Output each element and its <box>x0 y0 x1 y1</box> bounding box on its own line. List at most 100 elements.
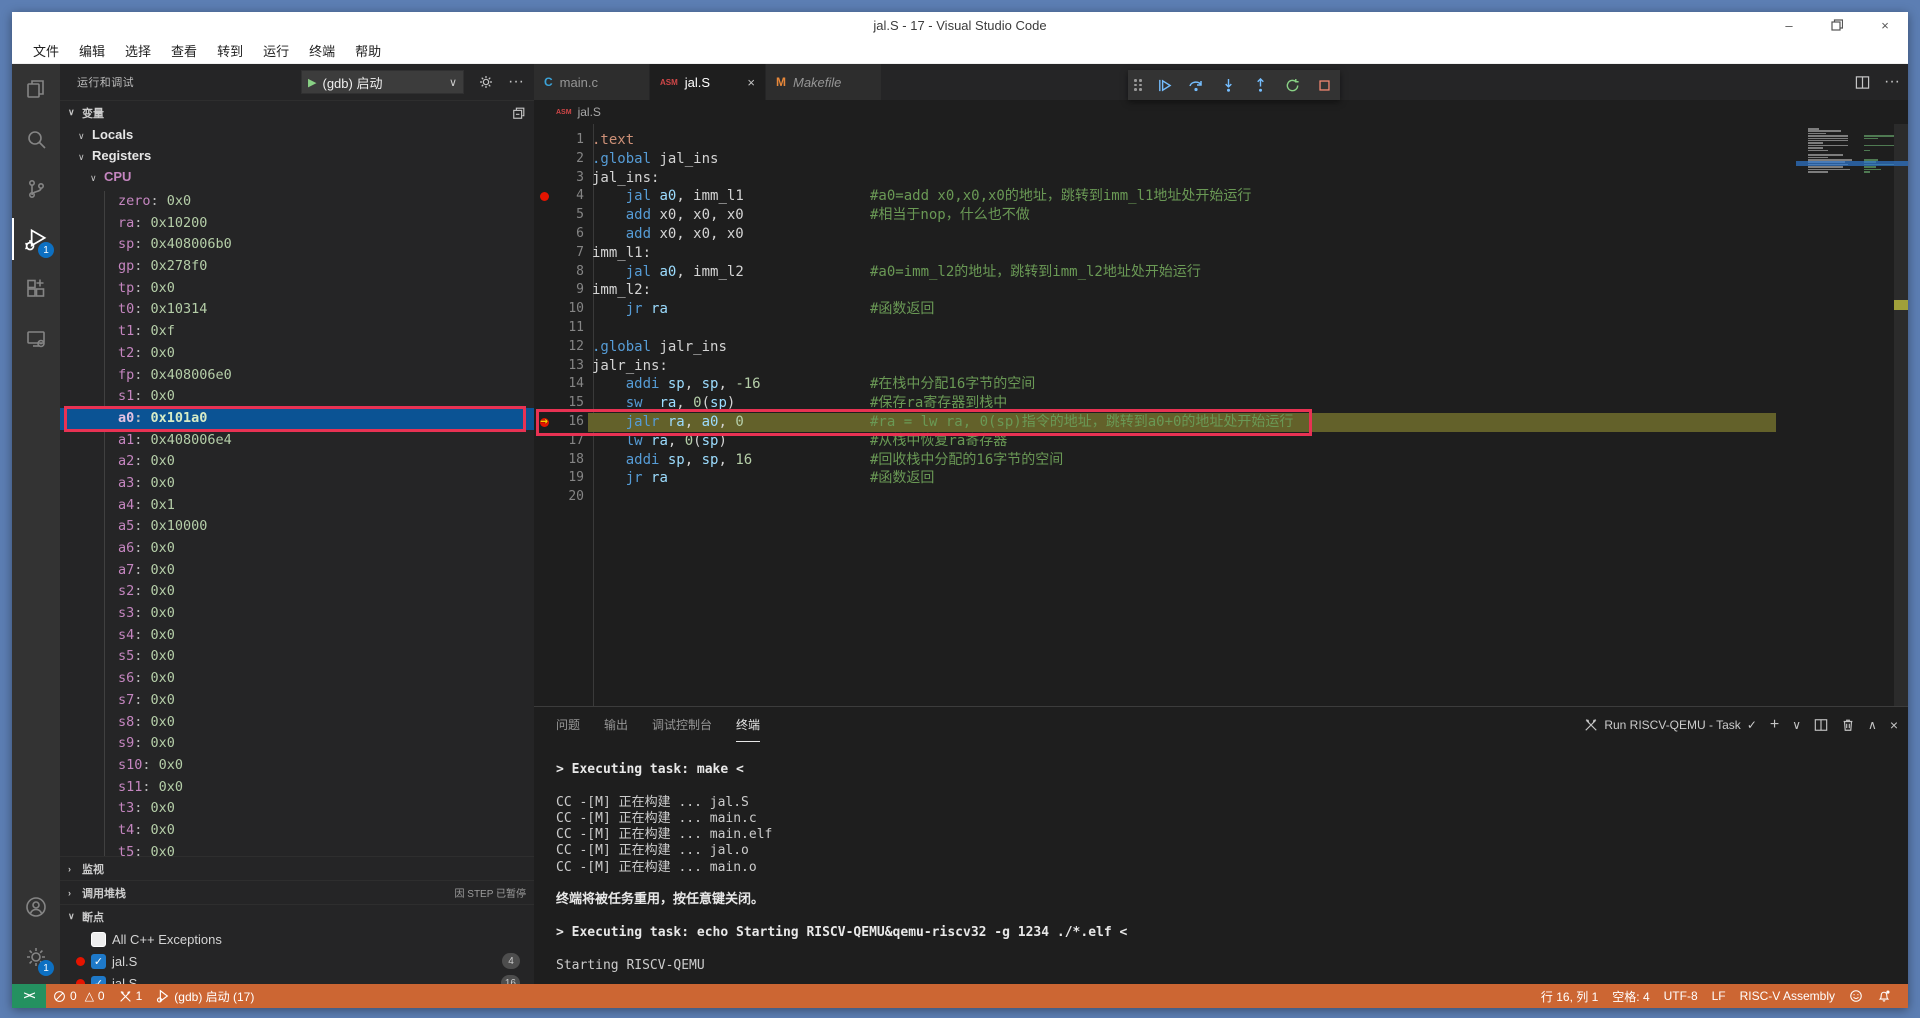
gutter-breakpoint-zone[interactable] <box>534 375 554 394</box>
debug-config-dropdown[interactable]: ▶ (gdb) 启动 ∨ <box>301 70 464 94</box>
gutter-breakpoint-zone[interactable] <box>534 469 554 488</box>
register-row[interactable]: t1: 0xf <box>60 321 534 343</box>
running-tasks-status[interactable]: 1 <box>112 984 150 1008</box>
scope-registers[interactable]: ∨Registers <box>60 145 534 166</box>
register-row[interactable]: a6: 0x0 <box>60 538 534 560</box>
breakpoint-row[interactable]: ✓jal.S4 <box>60 950 534 972</box>
register-row[interactable]: a0: 0x101a0 <box>60 408 534 430</box>
new-terminal-icon[interactable]: + <box>1770 716 1779 734</box>
search-icon[interactable] <box>12 114 60 164</box>
breakpoint-checkbox[interactable]: ✓ <box>91 954 106 969</box>
kill-terminal-icon[interactable] <box>1841 718 1855 732</box>
settings-gear-icon[interactable]: 1 <box>12 932 60 982</box>
editor-more-actions-icon[interactable]: ··· <box>1884 73 1900 91</box>
restore-button[interactable] <box>1828 16 1846 34</box>
register-row[interactable]: a4: 0x1 <box>60 495 534 517</box>
more-actions-icon[interactable]: ··· <box>508 73 524 91</box>
gutter-breakpoint-zone[interactable] <box>534 338 554 357</box>
menu-item[interactable]: 编辑 <box>70 38 114 63</box>
register-row[interactable]: s11: 0x0 <box>60 777 534 799</box>
menu-item[interactable]: 转到 <box>208 38 252 63</box>
minimap[interactable] <box>1808 128 1894 176</box>
breadcrumb[interactable]: ASM jal.S <box>534 100 1908 124</box>
gutter-breakpoint-zone[interactable] <box>534 244 554 263</box>
register-row[interactable]: tp: 0x0 <box>60 278 534 300</box>
close-panel-icon[interactable]: × <box>1890 717 1898 733</box>
register-row[interactable]: s4: 0x0 <box>60 625 534 647</box>
register-row[interactable]: zero: 0x0 <box>60 191 534 213</box>
start-debug-icon[interactable]: ▶ <box>308 76 316 89</box>
maximize-panel-icon[interactable]: ∧ <box>1868 718 1877 732</box>
gutter-breakpoint-zone[interactable] <box>534 488 554 507</box>
register-row[interactable]: s9: 0x0 <box>60 733 534 755</box>
notifications-bell-icon[interactable] <box>1870 984 1898 1008</box>
register-row[interactable]: t5: 0x0 <box>60 842 534 856</box>
menu-item[interactable]: 运行 <box>254 38 298 63</box>
close-window-button[interactable]: × <box>1876 16 1894 34</box>
scope-cpu[interactable]: ∨CPU <box>60 166 534 187</box>
breakpoint-row[interactable]: All C++ Exceptions <box>60 928 534 950</box>
gutter-breakpoint-zone[interactable] <box>534 357 554 376</box>
feedback-icon[interactable] <box>1842 984 1870 1008</box>
source-control-icon[interactable] <box>12 164 60 214</box>
breakpoints-section-header[interactable]: ∨ 断点 <box>60 904 534 928</box>
register-row[interactable]: ra: 0x10200 <box>60 213 534 235</box>
terminal-dropdown-icon[interactable]: ∨ <box>1792 718 1801 732</box>
panel-tab-问题[interactable]: 问题 <box>556 707 580 742</box>
breakpoint-checkbox[interactable]: ✓ <box>91 976 106 985</box>
menu-item[interactable]: 帮助 <box>346 38 390 63</box>
encoding-status[interactable]: UTF-8 <box>1657 984 1705 1008</box>
breakpoint-checkbox[interactable] <box>91 932 106 947</box>
register-row[interactable]: t3: 0x0 <box>60 798 534 820</box>
extensions-icon[interactable] <box>12 264 60 314</box>
menu-item[interactable]: 文件 <box>24 38 68 63</box>
tab-main.c[interactable]: Cmain.c <box>534 64 650 100</box>
register-row[interactable]: t2: 0x0 <box>60 343 534 365</box>
gutter-breakpoint-zone[interactable] <box>534 187 554 206</box>
register-row[interactable]: gp: 0x278f0 <box>60 256 534 278</box>
run-debug-icon[interactable]: 1 <box>12 214 60 264</box>
split-terminal-icon[interactable] <box>1814 718 1828 732</box>
minimize-button[interactable]: – <box>1780 16 1798 34</box>
register-row[interactable]: s5: 0x0 <box>60 646 534 668</box>
gutter-breakpoint-zone[interactable] <box>534 451 554 470</box>
register-row[interactable]: s10: 0x0 <box>60 755 534 777</box>
gutter-breakpoint-zone[interactable]: → <box>534 413 554 432</box>
register-row[interactable]: s2: 0x0 <box>60 581 534 603</box>
cursor-position-status[interactable]: 行 16, 列 1 <box>1534 984 1605 1008</box>
gutter-breakpoint-zone[interactable] <box>534 263 554 282</box>
panel-tab-调试控制台[interactable]: 调试控制台 <box>652 707 712 742</box>
collapse-all-icon[interactable] <box>512 106 526 120</box>
menu-item[interactable]: 终端 <box>300 38 344 63</box>
restart-button[interactable] <box>1282 75 1302 95</box>
register-row[interactable]: sp: 0x408006b0 <box>60 234 534 256</box>
gutter-breakpoint-zone[interactable] <box>534 131 554 150</box>
step-over-button[interactable] <box>1186 75 1206 95</box>
register-row[interactable]: fp: 0x408006e0 <box>60 365 534 387</box>
stop-button[interactable] <box>1314 75 1334 95</box>
register-row[interactable]: s1: 0x0 <box>60 386 534 408</box>
gutter-breakpoint-zone[interactable] <box>534 300 554 319</box>
debug-session-status[interactable]: (gdb) 启动 (17) <box>149 984 261 1008</box>
remote-indicator[interactable]: >< <box>12 984 46 1008</box>
step-out-button[interactable] <box>1250 75 1270 95</box>
task-indicator[interactable]: Run RISCV-QEMU - Task ✓ <box>1584 718 1757 732</box>
gutter-breakpoint-zone[interactable] <box>534 225 554 244</box>
register-row[interactable]: a1: 0x408006e4 <box>60 430 534 452</box>
register-row[interactable]: s7: 0x0 <box>60 690 534 712</box>
scrollbar[interactable] <box>1894 124 1908 706</box>
explorer-icon[interactable] <box>12 64 60 114</box>
debug-settings-gear-icon[interactable] <box>478 74 494 90</box>
register-row[interactable]: s8: 0x0 <box>60 712 534 734</box>
watch-section-header[interactable]: › 监视 <box>60 856 534 880</box>
gutter-breakpoint-zone[interactable] <box>534 206 554 225</box>
code-editor[interactable]: 1.text2.global jal_ins3jal_ins:4 jal a0,… <box>534 124 1908 706</box>
register-row[interactable]: t0: 0x10314 <box>60 299 534 321</box>
menu-item[interactable]: 选择 <box>116 38 160 63</box>
language-mode-status[interactable]: RISC-V Assembly <box>1733 984 1842 1008</box>
tab-jal.S[interactable]: ASMjal.S× <box>650 64 766 100</box>
account-icon[interactable] <box>12 882 60 932</box>
register-row[interactable]: a5: 0x10000 <box>60 516 534 538</box>
terminal-output[interactable]: > Executing task: make < CC -[M] 正在构建 ..… <box>534 742 1908 984</box>
menu-item[interactable]: 查看 <box>162 38 206 63</box>
